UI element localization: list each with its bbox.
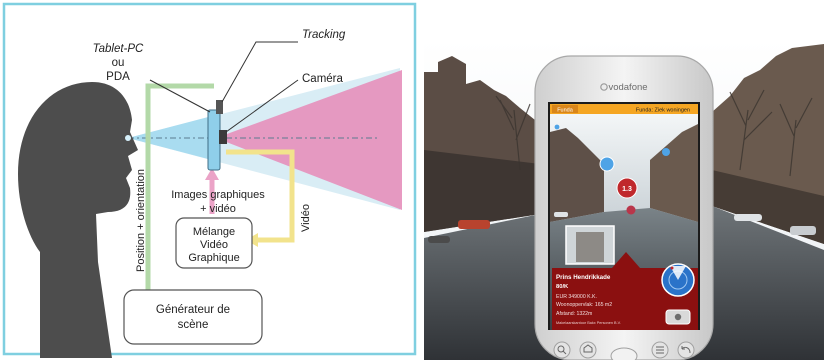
images-label-line2: + vidéo xyxy=(200,203,236,215)
app-tab-label: Funda xyxy=(557,108,574,114)
camera-label: Caméra xyxy=(302,73,344,85)
property-title: Prins Hendrikkade xyxy=(556,274,611,281)
melange-label-line3: Graphique xyxy=(188,252,239,264)
app-indicator-icon xyxy=(554,124,560,130)
boat-left xyxy=(458,220,490,229)
radar-dot xyxy=(670,266,674,270)
ar-diagram: Tablet-PC ou PDA Tracking Caméra Images … xyxy=(2,2,417,358)
melange-label-line2: Vidéo xyxy=(200,239,228,251)
boat-right xyxy=(734,214,762,221)
generator-label-line2: scène xyxy=(178,319,209,331)
tablet-label-line1: Tablet-PC xyxy=(93,43,144,55)
thumbnail-facade xyxy=(576,232,604,262)
ar-marker-blue-small[interactable] xyxy=(662,148,670,156)
ar-phone-photo: vodafone Funda Funda: Ziek woningen 1.3 xyxy=(424,40,824,360)
tracking-sensor xyxy=(216,100,223,114)
camera-module xyxy=(219,130,227,144)
tracking-label: Tracking xyxy=(302,29,346,41)
eye-point xyxy=(125,135,131,141)
figure-canvas: Tablet-PC ou PDA Tracking Caméra Images … xyxy=(2,2,824,360)
phone-brand: vodafone xyxy=(608,82,647,93)
ar-marker-pink[interactable] xyxy=(626,205,636,215)
app-header-title: Funda: Ziek woningen xyxy=(636,108,690,114)
boat-left-2 xyxy=(428,236,450,243)
camera-shutter-icon xyxy=(674,313,682,321)
tablet-label-line2: ou xyxy=(112,57,125,69)
position-orientation-label: Position + orientation xyxy=(135,169,147,272)
property-agent: Makelaarskantoor Bakx Personen B.V. xyxy=(556,321,621,325)
car-right xyxy=(790,226,816,235)
property-area: Woonoppervlak: 165 m2 xyxy=(556,302,612,308)
video-label: Vidéo xyxy=(300,204,312,232)
property-subtitle: 80/K xyxy=(556,284,569,290)
ar-marker-blue[interactable] xyxy=(599,156,615,172)
phone-screen: Funda Funda: Ziek woningen 1.3 Prins Hen… xyxy=(548,102,700,330)
tablet-device xyxy=(207,109,221,171)
screen-boat xyxy=(554,212,568,217)
property-distance: Afstand: 1322m xyxy=(556,311,592,317)
search-hardware-button[interactable] xyxy=(553,341,571,359)
ar-marker-value: 1.3 xyxy=(622,186,632,193)
property-price: EUR 349000 K.K. xyxy=(556,294,597,300)
trackball[interactable] xyxy=(610,347,638,360)
generator-label-line1: Générateur de xyxy=(156,304,230,316)
images-label-line1: Images graphiques xyxy=(171,189,265,201)
scene-generator-box xyxy=(123,289,263,345)
tablet-label-line3: PDA xyxy=(106,71,130,83)
back-hardware-button[interactable] xyxy=(677,341,695,359)
melange-label-line1: Mélange xyxy=(193,226,235,238)
